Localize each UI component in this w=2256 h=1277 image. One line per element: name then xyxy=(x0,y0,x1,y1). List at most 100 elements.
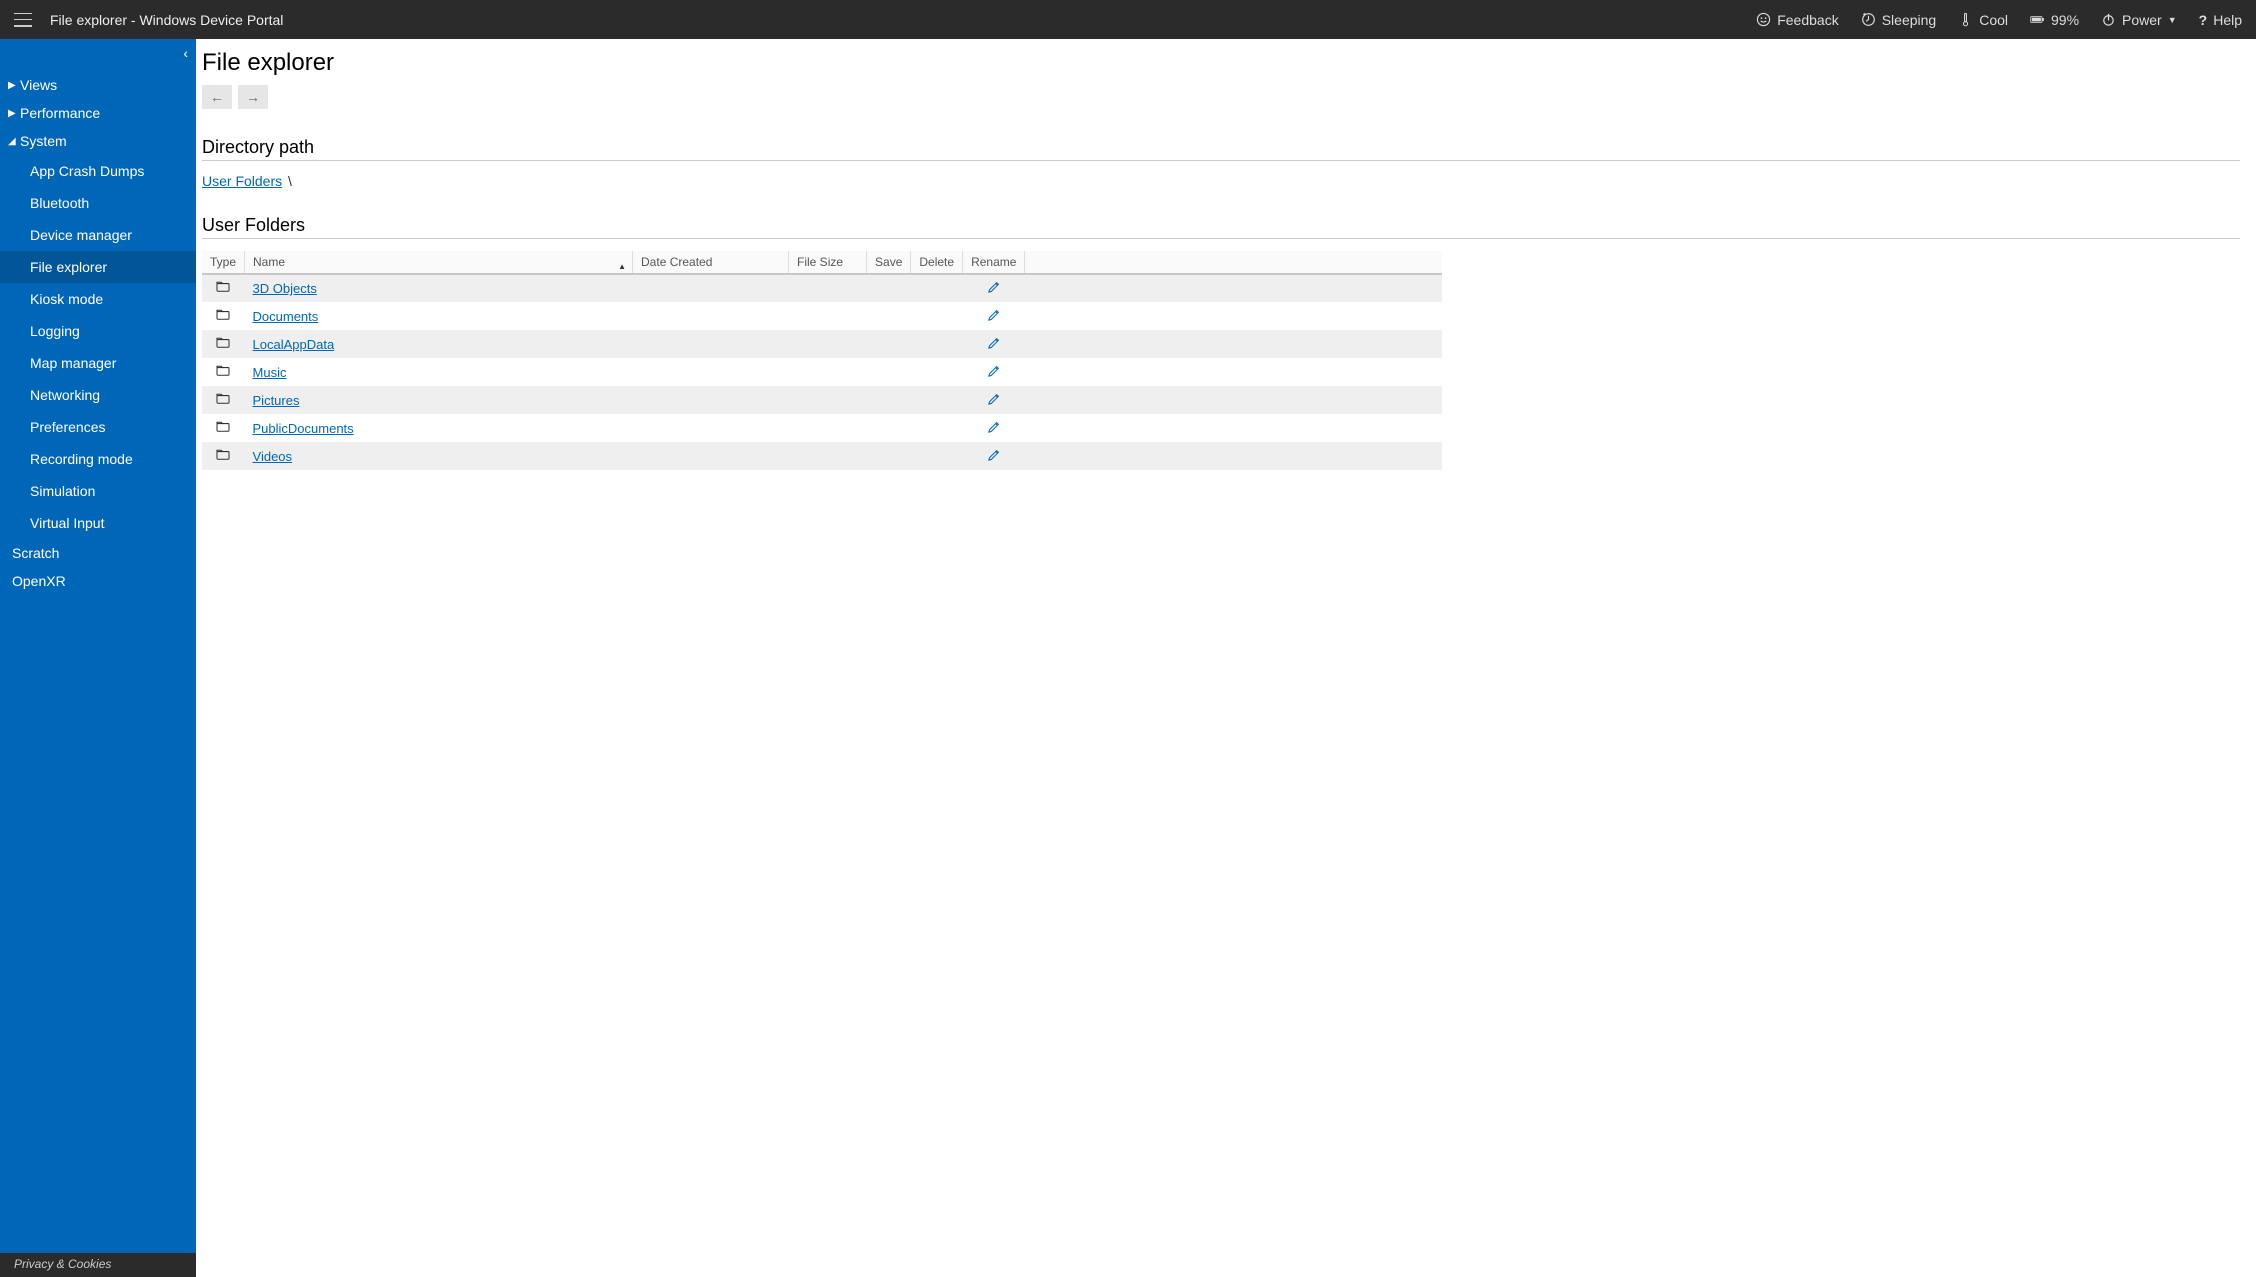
row-rest-cell xyxy=(1025,302,1442,330)
row-type-cell xyxy=(202,302,245,330)
sidebar-item-simulation[interactable]: Simulation xyxy=(0,475,196,507)
sidebar-item-kiosk-mode[interactable]: Kiosk mode xyxy=(0,283,196,315)
row-name-cell: LocalAppData xyxy=(245,330,633,358)
col-delete-header[interactable]: Delete xyxy=(911,251,963,274)
row-name-cell: Music xyxy=(245,358,633,386)
arrow-right-icon: → xyxy=(246,89,260,105)
folder-link[interactable]: PublicDocuments xyxy=(253,421,354,436)
row-rename-cell xyxy=(963,302,1025,330)
col-size-header[interactable]: File Size xyxy=(789,251,867,274)
nav-back-button[interactable]: ← xyxy=(202,85,232,109)
row-date-cell xyxy=(633,330,789,358)
power-menu[interactable]: Power ▼ xyxy=(2101,12,2177,28)
folder-link[interactable]: Documents xyxy=(253,309,319,324)
page-title: File explorer xyxy=(202,49,2240,77)
row-date-cell xyxy=(633,358,789,386)
col-rename-header[interactable]: Rename xyxy=(963,251,1025,274)
sidebar-item-openxr[interactable]: OpenXR xyxy=(0,567,196,595)
sidebar-item-map-manager[interactable]: Map manager xyxy=(0,347,196,379)
sidebar-item-file-explorer[interactable]: File explorer xyxy=(0,251,196,283)
folder-link[interactable]: 3D Objects xyxy=(253,281,317,296)
folder-link[interactable]: Music xyxy=(253,365,287,380)
privacy-link[interactable]: Privacy & Cookies xyxy=(0,1253,196,1277)
row-type-cell xyxy=(202,358,245,386)
row-save-cell xyxy=(867,358,911,386)
row-rename-cell xyxy=(963,330,1025,358)
folder-icon xyxy=(216,337,230,349)
sidebar-group-label: Performance xyxy=(20,105,100,121)
table-row: PublicDocuments xyxy=(202,414,1442,442)
temp-label: Cool xyxy=(1979,12,2008,28)
sidebar-item-virtual-input[interactable]: Virtual Input xyxy=(0,507,196,539)
table-row: LocalAppData xyxy=(202,330,1442,358)
clock-icon xyxy=(1861,12,1876,27)
feedback-button[interactable]: Feedback xyxy=(1756,12,1838,28)
sidebar-item-networking[interactable]: Networking xyxy=(0,379,196,411)
collapse-sidebar-button[interactable]: ‹ xyxy=(183,45,188,61)
col-name-header[interactable]: Name ▲ xyxy=(245,251,633,274)
row-rest-cell xyxy=(1025,414,1442,442)
sidebar-group-system[interactable]: ◢System xyxy=(0,127,196,155)
row-save-cell xyxy=(867,274,911,302)
sidebar-item-bluetooth[interactable]: Bluetooth xyxy=(0,187,196,219)
pencil-icon[interactable] xyxy=(987,420,1001,434)
file-table-header-row: Type Name ▲ Date Created File Size Save … xyxy=(202,251,1442,274)
row-size-cell xyxy=(789,386,867,414)
row-rename-cell xyxy=(963,414,1025,442)
col-date-header[interactable]: Date Created xyxy=(633,251,789,274)
folder-icon xyxy=(216,393,230,405)
table-row: 3D Objects xyxy=(202,274,1442,302)
sleeping-label: Sleeping xyxy=(1882,12,1937,28)
help-button[interactable]: ? Help xyxy=(2199,12,2242,28)
sidebar-group-performance[interactable]: ▶Performance xyxy=(0,99,196,127)
triangle-down-icon: ◢ xyxy=(8,136,18,147)
pencil-icon[interactable] xyxy=(987,392,1001,406)
sidebar-item-preferences[interactable]: Preferences xyxy=(0,411,196,443)
col-rest-header xyxy=(1025,251,1442,274)
row-rest-cell xyxy=(1025,330,1442,358)
main-area: ‹ ▶Views▶Performance◢SystemApp Crash Dum… xyxy=(0,39,2256,1277)
table-row: Videos xyxy=(202,442,1442,470)
sidebar-item-logging[interactable]: Logging xyxy=(0,315,196,347)
sidebar-group-views[interactable]: ▶Views xyxy=(0,71,196,99)
folder-link[interactable]: LocalAppData xyxy=(253,337,335,352)
pencil-icon[interactable] xyxy=(987,308,1001,322)
table-row: Music xyxy=(202,358,1442,386)
thermometer-icon xyxy=(1958,12,1973,27)
battery-status[interactable]: 99% xyxy=(2030,12,2079,28)
smile-icon xyxy=(1756,12,1771,27)
folder-icon xyxy=(216,281,230,293)
power-icon xyxy=(2101,12,2116,27)
sidebar-item-recording-mode[interactable]: Recording mode xyxy=(0,443,196,475)
folder-link[interactable]: Pictures xyxy=(253,393,300,408)
row-rename-cell xyxy=(963,386,1025,414)
temp-status[interactable]: Cool xyxy=(1958,12,2008,28)
pencil-icon[interactable] xyxy=(987,336,1001,350)
row-delete-cell xyxy=(911,414,963,442)
chevron-down-icon: ▼ xyxy=(2168,15,2177,25)
folder-link[interactable]: Videos xyxy=(253,449,293,464)
row-name-cell: Documents xyxy=(245,302,633,330)
row-size-cell xyxy=(789,274,867,302)
breadcrumb-root-link[interactable]: User Folders xyxy=(202,173,282,189)
row-save-cell xyxy=(867,302,911,330)
hamburger-menu-button[interactable] xyxy=(14,13,32,27)
pencil-icon[interactable] xyxy=(987,280,1001,294)
row-type-cell xyxy=(202,386,245,414)
question-icon: ? xyxy=(2199,12,2208,28)
sidebar-item-scratch[interactable]: Scratch xyxy=(0,539,196,567)
row-delete-cell xyxy=(911,330,963,358)
nav-forward-button[interactable]: → xyxy=(238,85,268,109)
pencil-icon[interactable] xyxy=(987,364,1001,378)
col-save-header[interactable]: Save xyxy=(867,251,911,274)
sidebar-item-device-manager[interactable]: Device manager xyxy=(0,219,196,251)
sidebar-item-app-crash-dumps[interactable]: App Crash Dumps xyxy=(0,155,196,187)
file-table: Type Name ▲ Date Created File Size Save … xyxy=(202,251,1442,470)
row-rename-cell xyxy=(963,358,1025,386)
row-size-cell xyxy=(789,414,867,442)
feedback-label: Feedback xyxy=(1777,12,1838,28)
sidebar-group-label: Views xyxy=(20,77,57,93)
sleeping-status[interactable]: Sleeping xyxy=(1861,12,1937,28)
pencil-icon[interactable] xyxy=(987,448,1001,462)
col-type-header[interactable]: Type xyxy=(202,251,245,274)
